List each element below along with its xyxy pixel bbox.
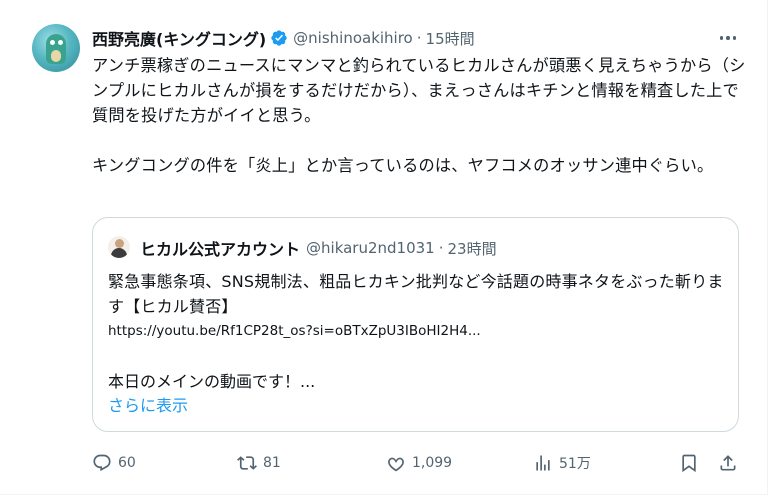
reply-button[interactable]: 60: [92, 450, 136, 476]
author-handle[interactable]: @nishinoakihiro: [293, 29, 413, 47]
tweet-time[interactable]: 15時間: [426, 28, 475, 49]
share-button[interactable]: [718, 450, 738, 476]
retweet-count: 81: [263, 455, 281, 471]
views-count: 51万: [559, 456, 591, 472]
quote-time[interactable]: 23時間: [448, 238, 497, 259]
like-count: 1,099: [412, 455, 453, 471]
tweet-card: 西野亮廣(キングコング) @nishinoakihiro · 15時間 アンチ票…: [0, 0, 768, 495]
retweet-icon: [237, 456, 257, 470]
quote-text: 緊急事態条項、SNS規制法、粗品ヒカキン批判など今話題の時事ネタをぶった斬ります…: [108, 272, 724, 316]
retweet-button[interactable]: 81: [237, 450, 281, 476]
more-options-icon[interactable]: [716, 28, 740, 48]
like-button[interactable]: 1,099: [386, 450, 452, 476]
verified-badge-icon: [271, 30, 287, 46]
quote-avatar-head: [115, 239, 124, 248]
views-icon: [536, 455, 550, 471]
avatar-eye: [50, 40, 55, 45]
share-icon: [720, 455, 736, 471]
reply-icon: [93, 454, 111, 472]
views-button[interactable]: 51万: [533, 450, 591, 476]
bookmark-button[interactable]: [679, 450, 699, 476]
quote-author-handle[interactable]: @hikaru2nd1031: [306, 239, 435, 257]
author-avatar[interactable]: [32, 24, 80, 72]
avatar-belly: [51, 50, 61, 62]
show-more-link[interactable]: さらに表示: [108, 394, 188, 418]
separator-dot: ·: [438, 239, 444, 257]
bookmark-icon: [682, 454, 696, 473]
tweet-header: 西野亮廣(キングコング) @nishinoakihiro · 15時間: [92, 26, 475, 50]
quote-main-text: 本日のメインの動画です！...: [108, 372, 316, 391]
reply-count: 60: [118, 455, 136, 471]
quote-avatar-torso: [111, 248, 127, 258]
separator-dot: ·: [416, 29, 422, 47]
avatar-eye: [58, 40, 63, 45]
quote-author-name[interactable]: ヒカル公式アカウント: [140, 236, 300, 260]
action-bar: 60 81 1,099 51万: [0, 450, 769, 476]
quote-header: ヒカル公式アカウント @hikaru2nd1031 · 23時間: [140, 236, 497, 260]
author-name[interactable]: 西野亮廣(キングコング): [92, 26, 266, 50]
quoted-tweet[interactable]: ヒカル公式アカウント @hikaru2nd1031 · 23時間 緊急事態条項、…: [92, 217, 739, 432]
like-icon: [388, 457, 404, 472]
quote-author-avatar[interactable]: [108, 236, 130, 258]
quote-url[interactable]: https://youtu.be/Rf1CP28t_os?si=oBTxZpU3…: [108, 321, 481, 341]
tweet-text: アンチ票稼ぎのニュースにマンマと釣られているヒカルさんが頭悪く見えちゃうから（シ…: [92, 56, 746, 175]
